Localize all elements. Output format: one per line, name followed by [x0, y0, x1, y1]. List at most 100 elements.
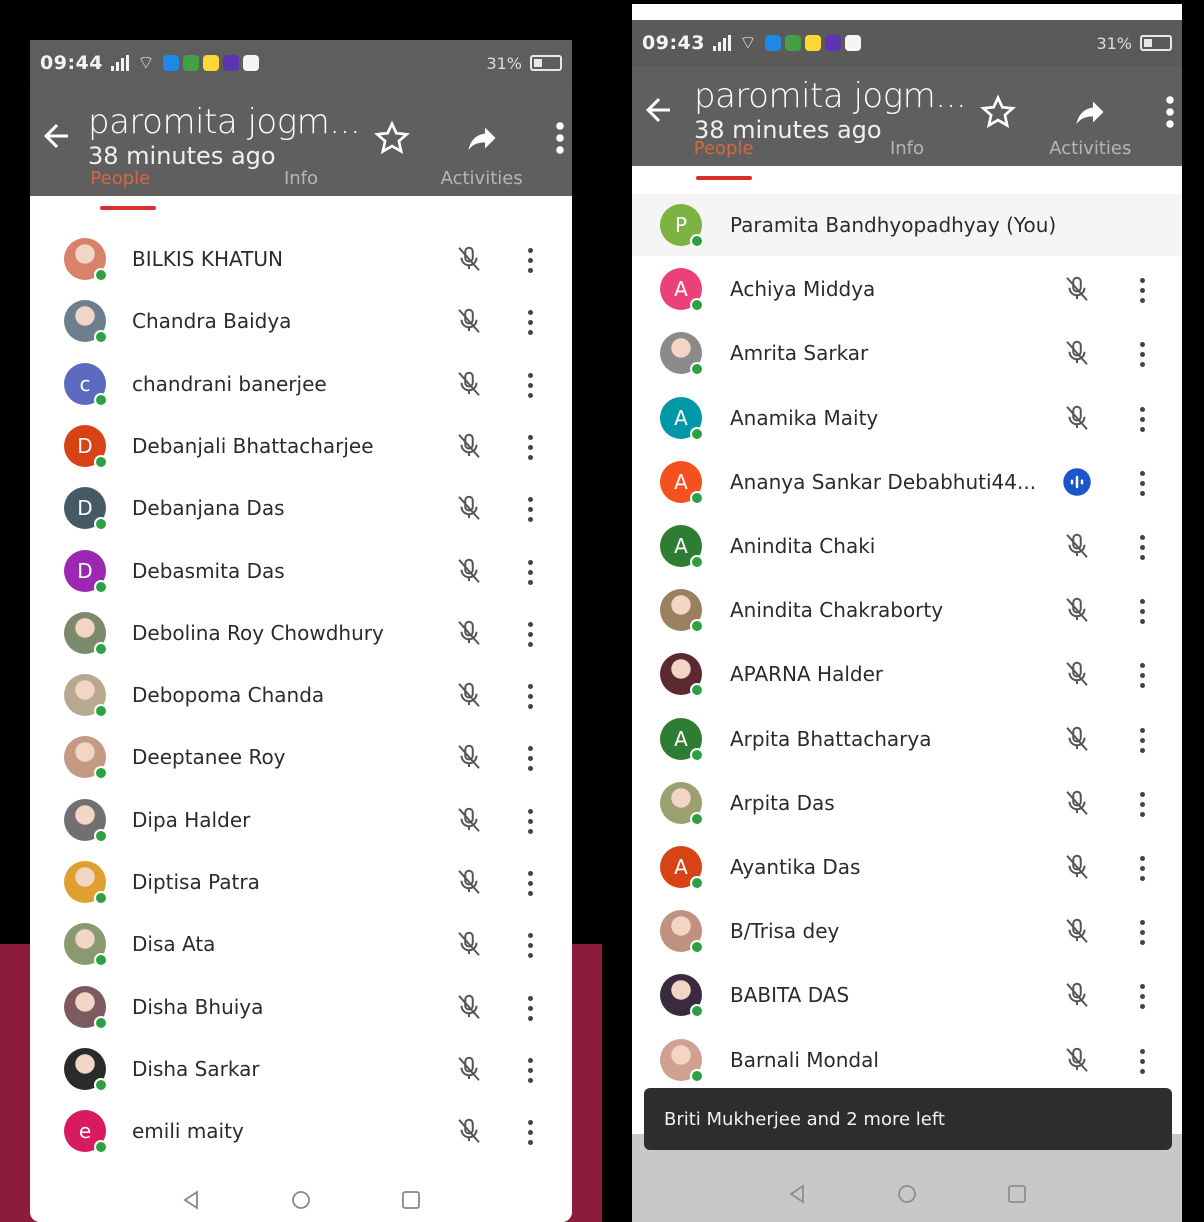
mic-off-icon[interactable] — [454, 244, 484, 274]
participant-row[interactable]: A Arpita Bhattacharya — [632, 708, 1182, 770]
mic-off-icon[interactable] — [454, 929, 484, 959]
nav-back-icon[interactable] — [179, 1188, 203, 1212]
nav-back-icon[interactable] — [785, 1182, 809, 1206]
participant-row[interactable]: A Ayantika Das — [632, 836, 1182, 898]
participant-row[interactable]: Dipa Halder — [30, 789, 572, 851]
mic-off-icon[interactable] — [454, 306, 484, 336]
mic-off-icon[interactable] — [1062, 338, 1092, 368]
participant-name: emili maity — [132, 1119, 244, 1144]
more-options-icon[interactable] — [1138, 469, 1146, 496]
participant-row[interactable]: A Ananya Sankar Debabhuti44... — [632, 451, 1182, 513]
more-options-icon[interactable] — [526, 246, 534, 273]
online-indicator-icon — [94, 392, 108, 407]
participant-row[interactable]: A Anamika Maity — [632, 387, 1182, 449]
mic-off-icon[interactable] — [1062, 659, 1092, 689]
participant-row[interactable]: BABITA DAS — [632, 964, 1182, 1026]
participant-row[interactable]: D Debanjana Das — [30, 477, 572, 539]
more-options-icon[interactable] — [526, 620, 534, 647]
more-options-icon[interactable] — [526, 994, 534, 1021]
more-options-icon[interactable] — [1138, 276, 1146, 304]
more-options-icon[interactable] — [526, 558, 534, 585]
mic-off-icon[interactable] — [454, 1054, 484, 1084]
mic-off-icon[interactable] — [454, 742, 484, 772]
mic-off-icon[interactable] — [454, 556, 484, 586]
participant-row[interactable]: Arpita Das — [632, 772, 1182, 834]
speaking-indicator-icon[interactable] — [1062, 467, 1092, 497]
mic-off-icon[interactable] — [454, 493, 484, 523]
participant-row[interactable]: Debopoma Chanda — [30, 664, 572, 726]
participant-row[interactable]: APARNA Halder — [632, 643, 1182, 705]
mic-off-icon[interactable] — [1062, 788, 1092, 818]
mic-off-icon[interactable] — [454, 805, 484, 835]
participant-row[interactable]: Anindita Chakraborty — [632, 579, 1182, 641]
participant-row[interactable]: Disha Sarkar — [30, 1038, 572, 1100]
more-options-icon[interactable] — [526, 682, 534, 710]
mic-off-icon[interactable] — [1062, 724, 1092, 754]
online-indicator-icon — [94, 704, 108, 719]
participant-row[interactable]: Diptisa Patra — [30, 851, 572, 913]
mic-off-icon[interactable] — [454, 618, 484, 648]
participant-row[interactable]: e emili maity — [30, 1100, 572, 1162]
participant-row[interactable]: A Anindita Chaki — [632, 515, 1182, 577]
participant-row[interactable]: Debolina Roy Chowdhury — [30, 602, 572, 664]
more-options-icon[interactable] — [526, 931, 534, 959]
mic-off-icon[interactable] — [1062, 852, 1092, 882]
more-options-icon[interactable] — [526, 1118, 534, 1146]
participant-row[interactable]: P Paramita Bandhyopadhyay (You) — [632, 194, 1182, 256]
online-indicator-icon — [94, 268, 108, 282]
nav-recents-icon[interactable] — [399, 1188, 423, 1212]
mic-off-icon[interactable] — [454, 369, 484, 399]
more-options-icon[interactable] — [526, 433, 534, 460]
more-options-icon[interactable] — [1138, 405, 1146, 432]
participant-row[interactable]: Chandra Baidya — [30, 290, 572, 352]
participant-name: Anindita Chaki — [730, 534, 876, 558]
participant-row[interactable]: c chandrani banerjee — [30, 353, 572, 415]
avatar: e — [64, 1110, 108, 1155]
mic-off-icon[interactable] — [1062, 1045, 1092, 1075]
participant-row[interactable]: Deeptanee Roy — [30, 726, 572, 788]
mic-off-icon[interactable] — [1062, 980, 1092, 1010]
participant-row[interactable]: Barnali Mondal — [632, 1029, 1182, 1091]
nav-home-icon[interactable] — [895, 1182, 919, 1206]
mic-off-icon[interactable] — [1062, 595, 1092, 625]
mic-off-icon[interactable] — [1062, 916, 1092, 946]
more-options-icon[interactable] — [1138, 661, 1146, 689]
more-options-icon[interactable] — [526, 1056, 534, 1083]
participant-row[interactable]: Amrita Sarkar — [632, 322, 1182, 384]
nav-home-icon[interactable] — [289, 1188, 313, 1212]
participant-row[interactable]: D Debasmita Das — [30, 540, 572, 602]
more-options-icon[interactable] — [1138, 918, 1146, 946]
more-options-icon[interactable] — [1138, 726, 1146, 753]
more-options-icon[interactable] — [1138, 597, 1146, 625]
more-options-icon[interactable] — [526, 371, 534, 398]
more-options-icon[interactable] — [526, 807, 534, 834]
more-options-icon[interactable] — [1138, 533, 1146, 560]
avatar-photo — [660, 332, 704, 377]
mic-off-icon[interactable] — [454, 992, 484, 1022]
nav-recents-icon[interactable] — [1005, 1182, 1029, 1206]
online-indicator-icon — [94, 517, 108, 532]
mic-off-icon[interactable] — [454, 1116, 484, 1146]
participant-row[interactable]: Disha Bhuiya — [30, 976, 572, 1038]
more-options-icon[interactable] — [1138, 790, 1146, 817]
mic-off-icon[interactable] — [1062, 403, 1092, 433]
online-indicator-icon — [690, 747, 704, 762]
more-options-icon[interactable] — [1138, 1047, 1146, 1074]
more-options-icon[interactable] — [1138, 854, 1146, 881]
mic-off-icon[interactable] — [1062, 274, 1092, 304]
participant-row[interactable]: Disa Ata — [30, 913, 572, 975]
more-options-icon[interactable] — [526, 744, 534, 772]
mic-off-icon[interactable] — [454, 867, 484, 897]
participant-row[interactable]: B/Trisa dey — [632, 900, 1182, 962]
mic-off-icon[interactable] — [1062, 531, 1092, 561]
participant-row[interactable]: A Achiya Middya — [632, 258, 1182, 320]
mic-off-icon[interactable] — [454, 431, 484, 461]
more-options-icon[interactable] — [1138, 340, 1146, 368]
more-options-icon[interactable] — [526, 869, 534, 896]
more-options-icon[interactable] — [526, 495, 534, 523]
mic-off-icon[interactable] — [454, 680, 484, 710]
participant-row[interactable]: BILKIS KHATUN — [30, 228, 572, 290]
more-options-icon[interactable] — [526, 308, 534, 336]
more-options-icon[interactable] — [1138, 982, 1146, 1010]
participant-row[interactable]: D Debanjali Bhattacharjee — [30, 415, 572, 477]
